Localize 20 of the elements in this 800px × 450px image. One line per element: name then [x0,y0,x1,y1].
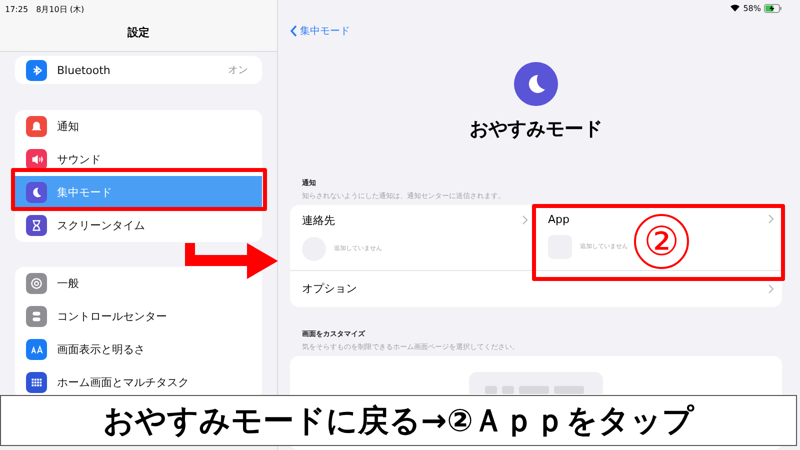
options-row[interactable]: オプション [290,270,782,307]
back-link[interactable]: 集中モード [290,24,370,38]
chevron-icon [768,284,774,294]
wifi-icon [730,4,740,12]
moon-icon [514,62,558,106]
row-label: オプション [302,281,357,296]
apps-link[interactable]: App [548,212,570,226]
chevron-icon [768,214,774,224]
contacts-link[interactable]: 連絡先 [302,212,335,228]
status-time: 17:25 [5,4,28,14]
battery-icon [764,4,782,13]
battery-percent: 58% [743,4,761,13]
row-value: オン [228,64,248,77]
step-number: ② [634,214,689,269]
chevron-icon [522,215,528,226]
focus-title: おやすみモード [470,116,602,142]
back-chevron-icon [290,24,297,37]
status-date: 8月10日 (木) [36,4,84,14]
sidebar-title: 設定 [128,25,150,40]
caption-banner: おやすみモードに戻る→②Ａｐｐをタップ [0,395,797,446]
